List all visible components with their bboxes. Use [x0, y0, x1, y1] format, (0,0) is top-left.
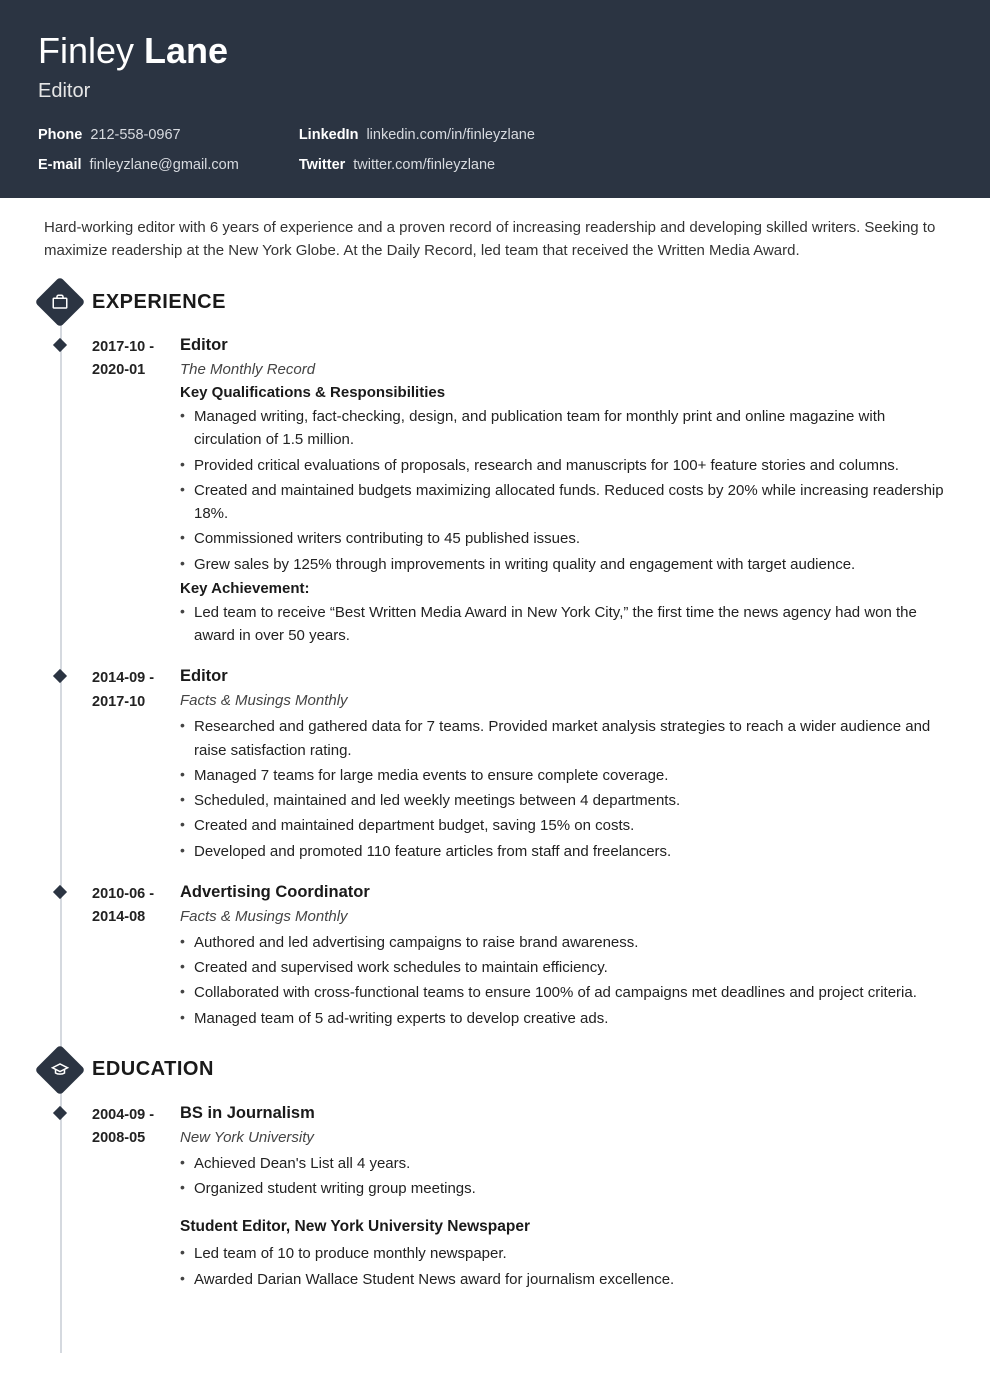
contact-email: E-mail finleyzlane@gmail.com — [38, 155, 239, 175]
entry-company: The Monthly Record — [180, 361, 952, 378]
bullet-item: Awarded Darian Wallace Student News awar… — [180, 1268, 952, 1291]
first-name: Finley — [38, 30, 134, 71]
resume-body: Hard-working editor with 6 years of expe… — [0, 198, 990, 1353]
timeline-marker — [53, 885, 67, 899]
education-entry: 2004-09 -2008-05BS in Journalism New York… — [92, 1104, 952, 1293]
summary-text: Hard-working editor with 6 years of expe… — [44, 216, 952, 263]
entry-body: BS in Journalism New York University Achie… — [180, 1104, 952, 1293]
sub-entry: Student Editor, New York University News… — [180, 1218, 952, 1291]
timeline-marker — [53, 1106, 67, 1120]
experience-entry: 2010-06 -2014-08Advertising Coordinator F… — [92, 883, 952, 1032]
timeline-marker — [53, 669, 67, 683]
bullet-item: Created and maintained budgets maximizin… — [180, 479, 952, 526]
entry-dates: 2004-09 -2008-05 — [92, 1104, 180, 1293]
email-label: E-mail — [38, 155, 82, 175]
qualifications-header: Key Qualifications & Responsibilities — [180, 384, 952, 401]
experience-entry: 2017-10 -2020-01Editor The Monthly Record… — [92, 336, 952, 649]
bullet-item: Managed team of 5 ad-writing experts to … — [180, 1007, 952, 1030]
bullet-list: Authored and led advertising campaigns t… — [180, 931, 952, 1030]
experience-title: EXPERIENCE — [92, 291, 226, 314]
timeline-line — [60, 298, 62, 1353]
bullet-list: Researched and gathered data for 7 teams… — [180, 715, 952, 863]
bullet-item: Commissioned writers contributing to 45 … — [180, 527, 952, 550]
entry-company: Facts & Musings Monthly — [180, 692, 952, 709]
bullet-item: Managed writing, fact-checking, design, … — [180, 405, 952, 452]
briefcase-icon — [35, 277, 86, 328]
bullet-item: Organized student writing group meetings… — [180, 1177, 952, 1200]
entry-body: Editor The Monthly Record Key Qualificatio… — [180, 336, 952, 649]
entry-title: Editor — [180, 667, 952, 686]
contact-info: Phone 212-558-0967 E-mail finleyzlane@gm… — [38, 125, 952, 176]
sub-entry-title: Student Editor, New York University News… — [180, 1218, 952, 1236]
education-header: EDUCATION — [42, 1052, 952, 1088]
bullet-list: Led team of 10 to produce monthly newspa… — [180, 1242, 952, 1291]
twitter-value: twitter.com/finleyzlane — [353, 155, 495, 175]
bullet-item: Collaborated with cross-functional teams… — [180, 981, 952, 1004]
experience-entry: 2014-09 -2017-10Editor Facts & Musings Mo… — [92, 667, 952, 865]
achievement-list: Led team to receive “Best Written Media … — [180, 601, 952, 648]
bullet-item: Led team of 10 to produce monthly newspa… — [180, 1242, 952, 1265]
person-name: Finley Lane — [38, 30, 952, 72]
timeline-marker — [53, 338, 67, 352]
date-start: 2014-09 - — [92, 667, 180, 690]
bullet-item: Created and supervised work schedules to… — [180, 956, 952, 979]
entry-title: BS in Journalism — [180, 1104, 952, 1123]
bullet-item: Led team to receive “Best Written Media … — [180, 601, 952, 648]
education-title: EDUCATION — [92, 1058, 214, 1081]
bullet-list: Managed writing, fact-checking, design, … — [180, 405, 952, 576]
bullet-list: Achieved Dean's List all 4 years.Organiz… — [180, 1152, 952, 1201]
contact-linkedin: LinkedIn linkedin.com/in/finleyzlane — [299, 125, 535, 145]
resume-header: Finley Lane Editor Phone 212-558-0967 E-… — [0, 0, 990, 198]
date-end: 2008-05 — [92, 1127, 180, 1150]
entry-company: Facts & Musings Monthly — [180, 908, 952, 925]
experience-header: EXPERIENCE — [42, 284, 952, 320]
entry-dates: 2014-09 -2017-10 — [92, 667, 180, 865]
date-end: 2017-10 — [92, 691, 180, 714]
bullet-item: Grew sales by 125% through improvements … — [180, 553, 952, 576]
last-name: Lane — [144, 30, 228, 71]
contact-twitter: Twitter twitter.com/finleyzlane — [299, 155, 535, 175]
date-end: 2014-08 — [92, 906, 180, 929]
twitter-label: Twitter — [299, 155, 345, 175]
bullet-item: Achieved Dean's List all 4 years. — [180, 1152, 952, 1175]
entry-title: Advertising Coordinator — [180, 883, 952, 902]
entry-body: Editor Facts & Musings Monthly Researched … — [180, 667, 952, 865]
linkedin-value: linkedin.com/in/finleyzlane — [366, 125, 534, 145]
bullet-item: Developed and promoted 110 feature artic… — [180, 840, 952, 863]
bullet-item: Authored and led advertising campaigns t… — [180, 931, 952, 954]
achievement-header: Key Achievement: — [180, 580, 952, 597]
bullet-item: Provided critical evaluations of proposa… — [180, 454, 952, 477]
date-start: 2017-10 - — [92, 336, 180, 359]
date-start: 2010-06 - — [92, 883, 180, 906]
entry-dates: 2010-06 -2014-08 — [92, 883, 180, 1032]
graduation-cap-icon — [35, 1044, 86, 1095]
entry-dates: 2017-10 -2020-01 — [92, 336, 180, 649]
experience-section: EXPERIENCE 2017-10 -2020-01EditorThe Mon… — [92, 284, 952, 1032]
bullet-item: Created and maintained department budget… — [180, 814, 952, 837]
entry-title: Editor — [180, 336, 952, 355]
job-title: Editor — [38, 80, 952, 103]
bullet-item: Managed 7 teams for large media events t… — [180, 764, 952, 787]
entry-company: New York University — [180, 1129, 952, 1146]
email-value: finleyzlane@gmail.com — [90, 155, 239, 175]
entry-body: Advertising Coordinator Facts & Musings M… — [180, 883, 952, 1032]
phone-label: Phone — [38, 125, 82, 145]
date-end: 2020-01 — [92, 359, 180, 382]
education-section: EDUCATION 2004-09 -2008-05BS in Journali… — [92, 1052, 952, 1293]
phone-value: 212-558-0967 — [90, 125, 180, 145]
contact-phone: Phone 212-558-0967 — [38, 125, 239, 145]
bullet-item: Scheduled, maintained and led weekly mee… — [180, 789, 952, 812]
date-start: 2004-09 - — [92, 1104, 180, 1127]
bullet-item: Researched and gathered data for 7 teams… — [180, 715, 952, 762]
linkedin-label: LinkedIn — [299, 125, 359, 145]
